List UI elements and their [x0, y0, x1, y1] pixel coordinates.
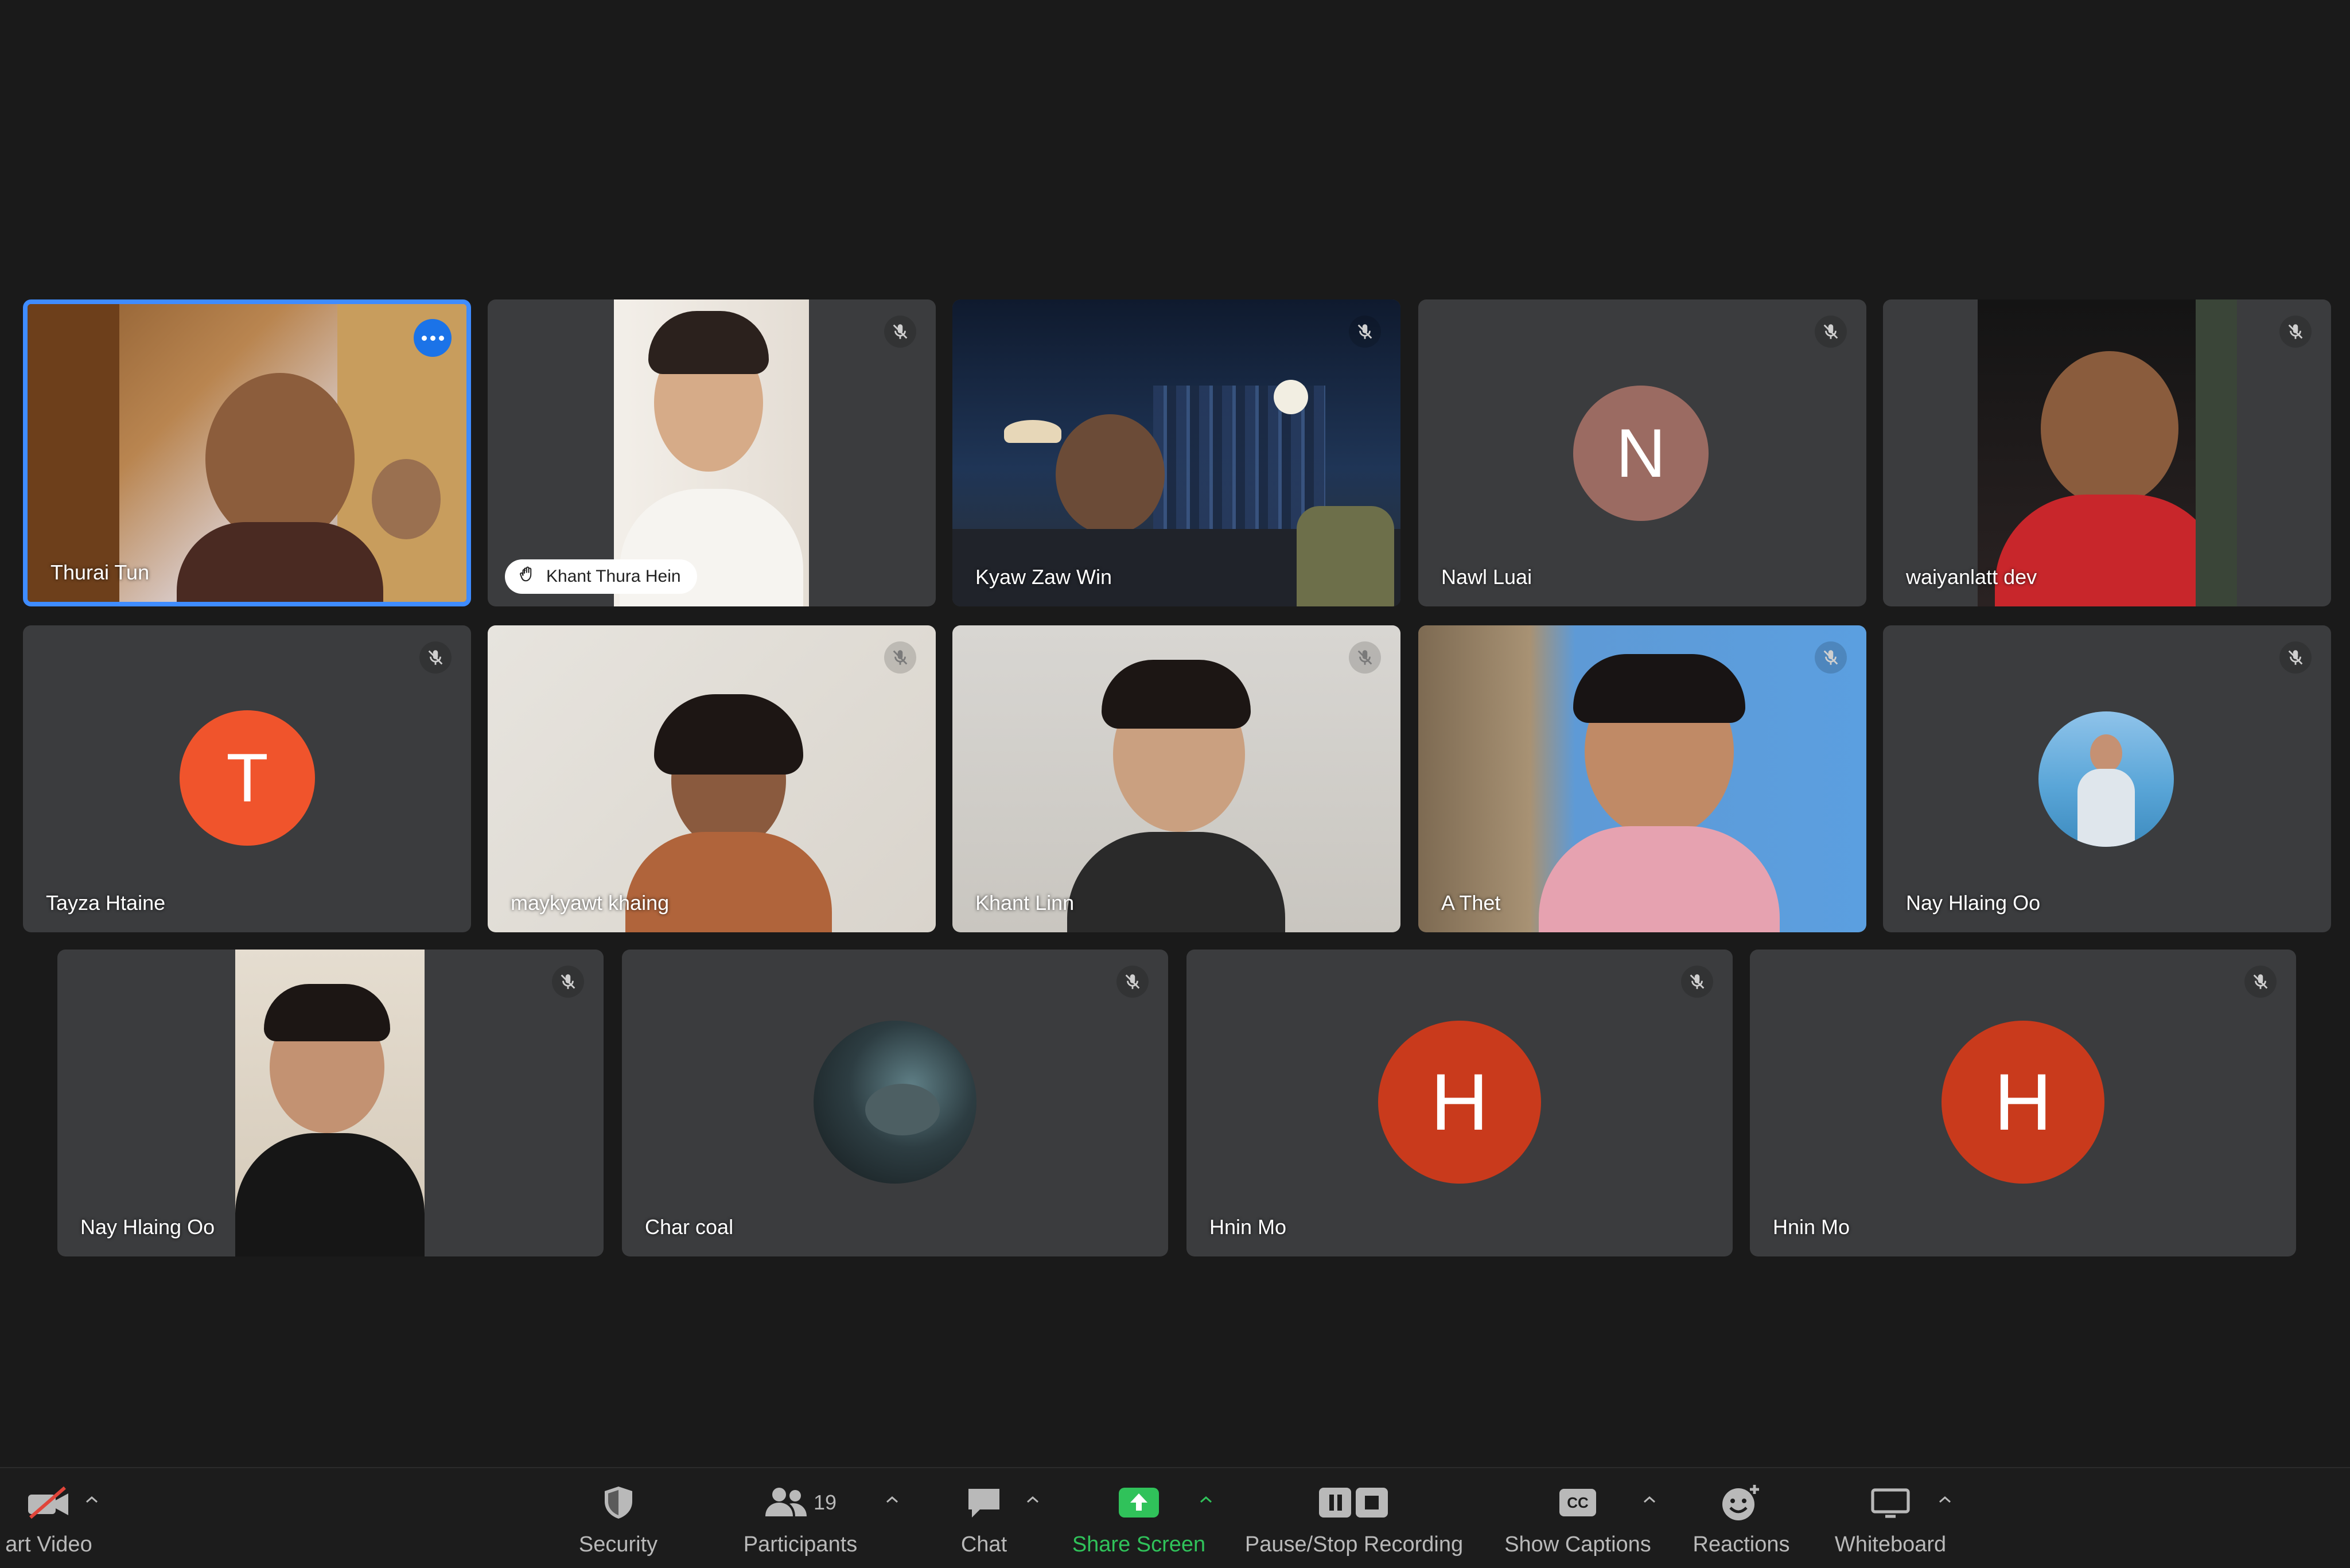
participant-tile[interactable]: maykyawt khaing: [488, 625, 936, 932]
participant-video: [1978, 299, 2237, 606]
participant-tile[interactable]: Char coal: [622, 950, 1168, 1256]
participant-tile[interactable]: T Tayza Htaine: [23, 625, 471, 932]
pause-stop-icon: [1317, 1480, 1391, 1526]
participant-tile[interactable]: Thurai Tun: [23, 299, 471, 606]
whiteboard-icon: [1870, 1480, 1911, 1526]
participant-name: Nay Hlaing Oo: [1906, 891, 2041, 915]
shield-icon: [601, 1480, 636, 1526]
reactions-icon: [1720, 1480, 1762, 1526]
share-options-caret-icon[interactable]: [1197, 1494, 1215, 1508]
share-screen-label: Share Screen: [1072, 1532, 1206, 1557]
muted-mic-icon: [552, 966, 584, 998]
avatar: T: [180, 710, 315, 846]
avatar: H: [1942, 1021, 2104, 1184]
raised-hand-icon: [519, 566, 536, 587]
participant-tile[interactable]: Kyaw Zaw Win: [952, 299, 1400, 606]
participant-name: Thurai Tun: [50, 561, 150, 584]
security-button[interactable]: Security: [568, 1480, 668, 1566]
participant-name: Tayza Htaine: [46, 891, 166, 915]
captions-options-caret-icon[interactable]: [1641, 1494, 1658, 1508]
participant-video: [952, 299, 1400, 606]
whiteboard-button[interactable]: Whiteboard: [1822, 1480, 1959, 1566]
muted-mic-icon: [419, 641, 452, 674]
participant-name: Nay Hlaing Oo: [80, 1215, 215, 1239]
meeting-toolbar: art Video Security 19 Participants Chat: [0, 1467, 2350, 1568]
security-label: Security: [578, 1532, 658, 1557]
avatar: [814, 1021, 976, 1184]
more-options-button[interactable]: [414, 319, 452, 357]
participant-tile[interactable]: Nay Hlaing Oo: [57, 950, 604, 1256]
muted-mic-icon: [884, 641, 916, 674]
captions-label: Show Captions: [1504, 1532, 1651, 1557]
participant-name: Khant Thura Hein: [546, 567, 681, 586]
chat-icon: [965, 1480, 1003, 1526]
participants-label: Participants: [743, 1532, 858, 1557]
muted-mic-icon: [1681, 966, 1713, 998]
participant-name: waiyanlatt dev: [1906, 565, 2037, 589]
whiteboard-label: Whiteboard: [1834, 1532, 1947, 1557]
participant-tile[interactable]: H Hnin Mo: [1186, 950, 1733, 1256]
participants-options-caret-icon[interactable]: [884, 1494, 901, 1508]
muted-mic-icon: [1815, 316, 1847, 348]
participant-tile[interactable]: H Hnin Mo: [1750, 950, 2296, 1256]
start-video-button[interactable]: art Video: [0, 1480, 115, 1566]
share-screen-icon: [1116, 1480, 1161, 1526]
participant-name: Hnin Mo: [1209, 1215, 1287, 1239]
recording-label: Pause/Stop Recording: [1244, 1532, 1464, 1557]
participant-tile[interactable]: N Nawl Luai: [1418, 299, 1866, 606]
muted-mic-icon: [2279, 316, 2312, 348]
video-off-icon: [26, 1480, 72, 1526]
video-gallery: Thurai Tun Khant Thura Hein Kyaw Zaw Win…: [0, 0, 2350, 1469]
show-captions-button[interactable]: CC Show Captions: [1492, 1480, 1664, 1566]
reactions-label: Reactions: [1693, 1532, 1790, 1557]
muted-mic-icon: [2279, 641, 2312, 674]
participant-tile[interactable]: A Thet: [1418, 625, 1866, 932]
participant-name: A Thet: [1441, 891, 1501, 915]
pause-stop-recording-button[interactable]: Pause/Stop Recording: [1239, 1480, 1469, 1566]
participant-video: [488, 625, 936, 932]
muted-mic-icon: [1349, 641, 1381, 674]
muted-mic-icon: [1815, 641, 1847, 674]
avatar: N: [1573, 386, 1709, 521]
share-screen-button[interactable]: Share Screen: [1067, 1480, 1211, 1566]
participant-video: [28, 304, 466, 602]
participant-tile[interactable]: Khant Linn: [952, 625, 1400, 932]
participant-video: [1418, 625, 1866, 932]
avatar: [2038, 711, 2174, 847]
start-video-label: art Video: [5, 1532, 92, 1557]
participant-tile[interactable]: waiyanlatt dev: [1883, 299, 2331, 606]
participants-icon: [764, 1485, 808, 1520]
muted-mic-icon: [1349, 316, 1381, 348]
muted-mic-icon: [2244, 966, 2277, 998]
chat-button[interactable]: Chat: [941, 1480, 1027, 1566]
participant-name: Kyaw Zaw Win: [975, 565, 1112, 589]
chat-options-caret-icon[interactable]: [1024, 1494, 1041, 1508]
participant-name: Char coal: [645, 1215, 734, 1239]
muted-mic-icon: [884, 316, 916, 348]
participants-count: 19: [813, 1491, 837, 1514]
participant-video: [235, 950, 425, 1256]
participant-name: Nawl Luai: [1441, 565, 1532, 589]
avatar: H: [1378, 1021, 1541, 1184]
participants-button[interactable]: 19 Participants: [734, 1480, 866, 1566]
chat-label: Chat: [960, 1532, 1007, 1557]
reactions-button[interactable]: Reactions: [1681, 1480, 1802, 1566]
participant-name: Hnin Mo: [1773, 1215, 1850, 1239]
participant-video: [952, 625, 1400, 932]
participant-name: Khant Linn: [975, 891, 1075, 915]
participant-name: maykyawt khaing: [511, 891, 670, 915]
captions-icon: CC: [1559, 1480, 1596, 1526]
muted-mic-icon: [1116, 966, 1149, 998]
whiteboard-options-caret-icon[interactable]: [1936, 1494, 1954, 1508]
video-options-caret-icon[interactable]: [83, 1494, 100, 1508]
raised-hand-badge: Khant Thura Hein: [505, 559, 697, 594]
participant-tile[interactable]: Khant Thura Hein: [488, 299, 936, 606]
participant-tile[interactable]: Nay Hlaing Oo: [1883, 625, 2331, 932]
